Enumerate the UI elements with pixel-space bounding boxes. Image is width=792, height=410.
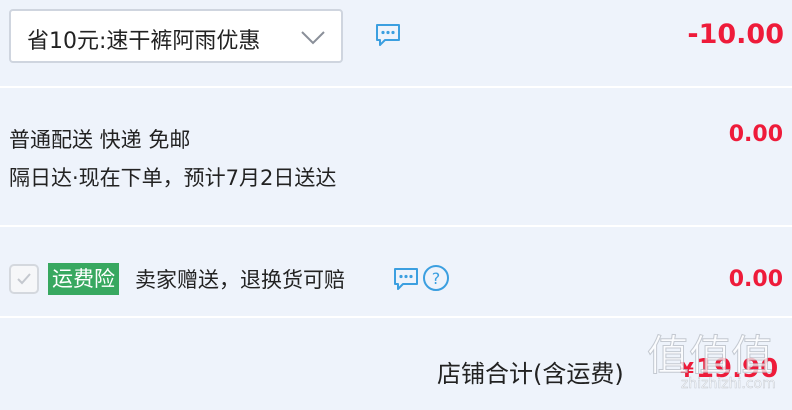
discount-amount: -10.00 xyxy=(687,19,784,50)
check-icon xyxy=(17,273,31,285)
insurance-checkbox[interactable] xyxy=(9,264,39,294)
svg-text:zhizhizhi.com: zhizhizhi.com xyxy=(681,376,776,392)
shipping-amount: 0.00 xyxy=(728,122,783,147)
insurance-row: 运费险 卖家赠送，退换货可赔 ? 0.00 xyxy=(0,227,792,316)
shipping-method: 普通配送 快递 免邮 xyxy=(9,128,191,152)
chevron-down-icon xyxy=(301,31,325,45)
help-icon[interactable]: ? xyxy=(422,264,450,292)
shipping-row[interactable]: 普通配送 快递 免邮 隔日达·现在下单，预计7月2日送达 0.00 xyxy=(0,88,792,225)
message-icon[interactable] xyxy=(392,266,420,292)
insurance-amount: 0.00 xyxy=(728,267,783,292)
svg-text:值值值: 值值值 xyxy=(647,331,773,380)
discount-row: 省10元:速干裤阿雨优惠 -10.00 xyxy=(0,0,792,86)
insurance-badge: 运费险 xyxy=(48,263,119,295)
total-label: 店铺合计(含运费) xyxy=(437,360,624,388)
delivery-estimate: 隔日达·现在下单，预计7月2日送达 xyxy=(9,166,337,190)
svg-text:?: ? xyxy=(432,269,441,288)
message-icon[interactable] xyxy=(374,22,402,48)
insurance-description: 卖家赠送，退换货可赔 xyxy=(135,268,345,292)
watermark-logo: 值值值 zhizhizhi.com xyxy=(647,331,776,393)
coupon-selected-label: 省10元:速干裤阿雨优惠 xyxy=(27,29,261,54)
coupon-dropdown[interactable]: 省10元:速干裤阿雨优惠 xyxy=(9,9,343,63)
